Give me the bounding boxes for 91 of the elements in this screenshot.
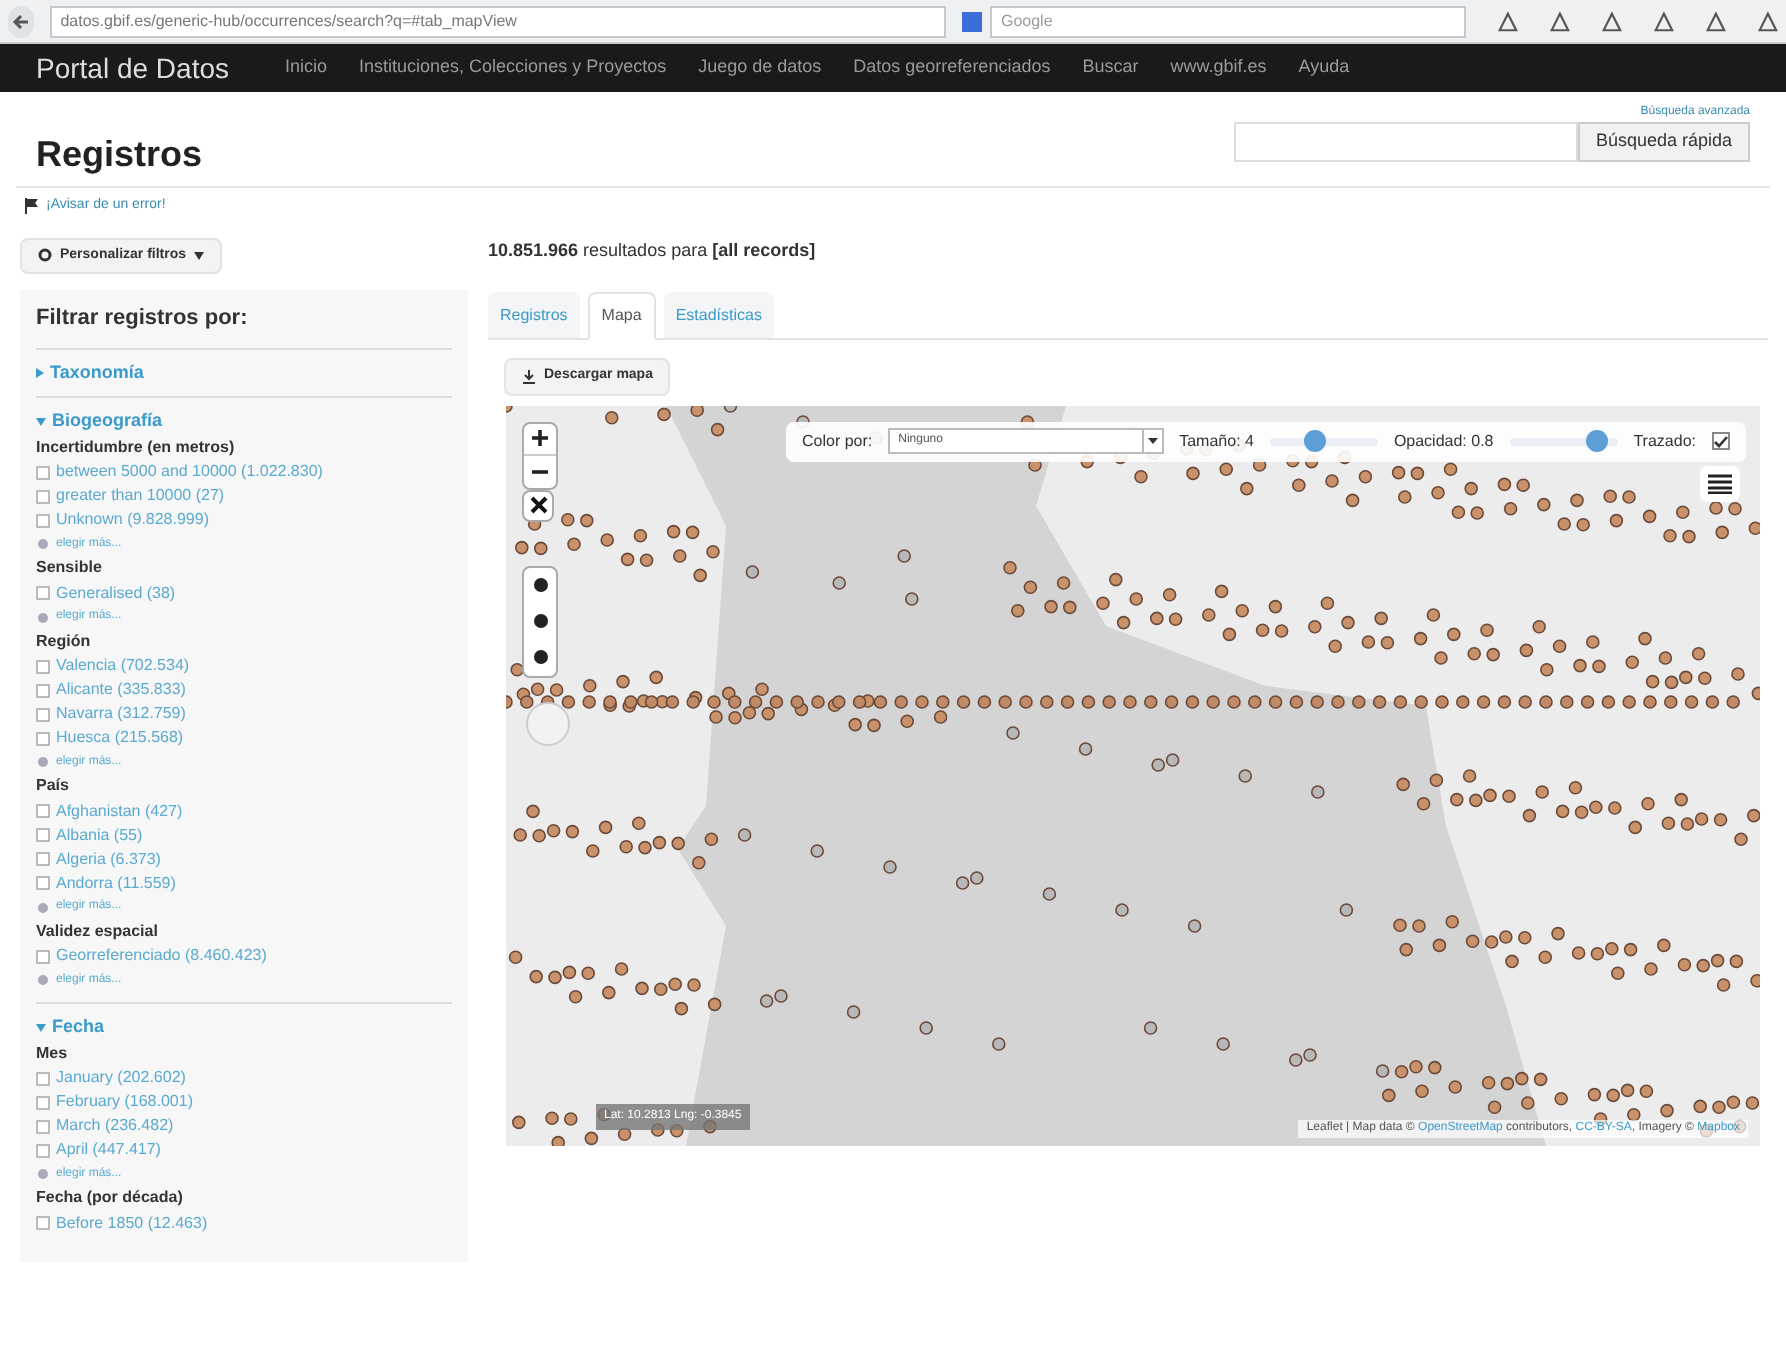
checkbox[interactable] [36,683,50,697]
filter-group-title: País [36,774,71,798]
choose-more-icon [36,1168,50,1180]
checkbox[interactable] [36,1095,50,1109]
dropdown-arrow-icon [1141,430,1162,452]
filter-group-title: Fecha (por década) [36,1186,185,1210]
filter-option-link[interactable]: Albania (55) [56,823,143,847]
flag-icon [24,198,38,215]
checkbox[interactable] [36,513,50,527]
checkbox[interactable] [36,731,50,745]
map-drawing[interactable] [506,405,1760,1145]
results-summary: 10.851.966 resultados para [all records] [488,237,818,264]
checkbox[interactable] [36,489,50,503]
filter-option-link[interactable]: between 5000 and 10000 (1.022.830) [56,460,323,484]
minus-icon [532,469,548,473]
filter-option-link[interactable]: Unknown (9.828.999) [56,508,209,532]
filter-group-title: Validez espacial [36,919,160,944]
checkbox[interactable] [36,828,50,842]
filter-option-link[interactable]: Algeria (6.373) [56,847,161,871]
filter-option-link[interactable]: April (447.417) [56,1138,161,1162]
filter-group-title: Mes [36,1041,70,1065]
caret-icon [194,251,205,260]
search-field[interactable]: Google [990,5,1467,37]
brand-link[interactable]: Portal de Datos [36,47,229,89]
checkbox[interactable] [36,852,50,866]
checkbox[interactable] [36,949,50,963]
plus-icon [532,430,548,446]
nav-link[interactable]: Inicio [285,54,328,82]
fullscreen-button[interactable] [522,489,554,521]
filter-option-link[interactable]: Before 1850 (12.463) [56,1211,208,1235]
filter-option-link[interactable]: Andorra (11.559) [56,871,176,895]
size-label: Tamaño: 4 [1179,429,1254,453]
slider-thumb[interactable] [1303,429,1326,451]
choose-more-icon [36,611,50,623]
filter-option-link[interactable]: Afghanistan (427) [56,799,183,823]
url-text: datos.gbif.es/generic-hub/occurrences/search?q=#tab_mapView [60,9,517,33]
checkbox[interactable] [36,1119,50,1133]
choose-more-icon [36,756,50,768]
checkbox[interactable] [36,1216,50,1230]
choose-more-icon [36,974,50,986]
nav-link[interactable]: Datos georreferenciados [853,54,1051,82]
list-icon [1708,473,1732,493]
filter-option-link[interactable]: January (202.602) [56,1066,186,1090]
back-arrow-icon [12,13,31,29]
section-toggle-link[interactable]: Biogeografía [52,408,163,435]
search-engine-icon [962,11,983,31]
section-toggle-link[interactable]: Taxonomía [50,359,144,386]
section-toggle-link[interactable]: Fecha [52,1014,105,1041]
checkbox[interactable] [36,465,50,479]
filter-group-title: Región [36,629,93,654]
filter-group-title: Incertidumbre (en metros) [36,435,237,460]
filter-option-link[interactable]: March (236.482) [56,1114,174,1138]
nav-link[interactable]: Juego de datos [698,54,822,82]
choose-more-icon [36,538,50,550]
tab[interactable]: Estadísticas [663,292,774,338]
trace-checkbox[interactable] [1712,432,1730,450]
trace-label: Trazado: [1633,429,1696,453]
layers-button[interactable] [1700,465,1740,501]
filter-heading: Filtrar registros por: [36,302,452,349]
filter-option-link[interactable]: Valencia (702.534) [56,654,190,678]
search-input[interactable] [1233,122,1578,162]
circle-draw-icon [533,578,547,592]
color-by-label: Color por: [802,429,873,453]
filter-group-title: Sensible [36,556,104,580]
url-field[interactable]: datos.gbif.es/generic-hub/occurrences/search?q=#tab_mapView [50,5,947,37]
nav-link[interactable]: www.gbif.es [1170,54,1267,82]
filter-option-link[interactable]: Huesca (215.568) [56,726,184,750]
filter-option-link[interactable]: February (168.001) [56,1090,193,1114]
quick-search-button[interactable]: Búsqueda rápida [1577,122,1750,162]
filter-option-link[interactable]: greater than 10000 (27) [56,484,225,508]
checkbox[interactable] [36,659,50,673]
nav-link[interactable]: Ayuda [1298,54,1350,82]
checkbox[interactable] [36,707,50,721]
filter-option-link[interactable]: Alicante (335.833) [56,678,186,702]
nav-link[interactable]: Buscar [1082,54,1139,82]
tab[interactable]: Mapa [587,292,656,340]
checkbox[interactable] [36,804,50,818]
filter-option-link[interactable]: Navarra (312.759) [56,702,186,726]
checkbox[interactable] [36,876,50,890]
opacity-label: Opacidad: 0.8 [1393,429,1494,453]
checkbox[interactable] [36,1143,50,1157]
slider-thumb[interactable] [1585,429,1608,451]
choose-more-icon [36,901,50,913]
page-title: Registros [36,132,203,178]
back-button[interactable] [8,5,35,37]
nav-link[interactable]: Instituciones, Colecciones y Proyectos [359,54,667,82]
filter-option-link[interactable]: Georreferenciado (8.460.423) [56,944,267,968]
checkbox[interactable] [36,586,50,600]
tab[interactable]: Registros [488,292,580,338]
filter-option-link[interactable]: Generalised (38) [56,581,176,605]
checkbox[interactable] [36,1071,50,1085]
